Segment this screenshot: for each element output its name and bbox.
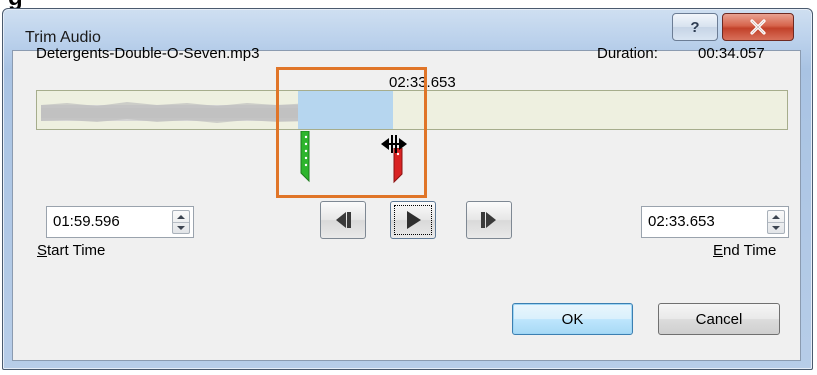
previous-frame-button[interactable] (320, 201, 366, 239)
close-icon (750, 19, 766, 35)
callout-highlight-box (276, 67, 427, 198)
file-name: Detergents-Double-O-Seven.mp3 (36, 45, 260, 62)
play-icon (407, 211, 421, 229)
close-button[interactable] (722, 13, 794, 41)
start-time-label: Start Time (37, 242, 106, 259)
end-time-input[interactable]: 02:33.653 (648, 213, 715, 230)
previous-frame-icon (336, 212, 351, 228)
cancel-button[interactable]: Cancel (658, 303, 780, 335)
arrow-up-icon (177, 214, 185, 219)
play-button[interactable] (390, 201, 436, 239)
ok-button[interactable]: OK (512, 303, 633, 335)
end-time-decrement-button[interactable] (768, 222, 784, 233)
help-button[interactable]: ? (672, 13, 718, 41)
duration-label: Duration: (597, 45, 658, 62)
arrow-down-icon (772, 225, 780, 230)
start-time-input[interactable]: 01:59.596 (53, 213, 120, 230)
start-time-spinner[interactable]: 01:59.596 (46, 206, 194, 238)
end-time-spin-buttons[interactable] (767, 210, 785, 234)
arrow-down-icon (177, 225, 185, 230)
start-time-spin-buttons[interactable] (172, 210, 190, 234)
next-frame-button[interactable] (466, 201, 512, 239)
arrow-up-icon (772, 214, 780, 219)
end-time-label: End Time (713, 242, 777, 259)
next-frame-icon (481, 212, 496, 228)
duration-value: 00:34.057 (698, 45, 765, 62)
help-icon: ? (690, 18, 700, 36)
start-time-decrement-button[interactable] (173, 222, 189, 233)
end-time-spinner[interactable]: 02:33.653 (641, 206, 789, 238)
